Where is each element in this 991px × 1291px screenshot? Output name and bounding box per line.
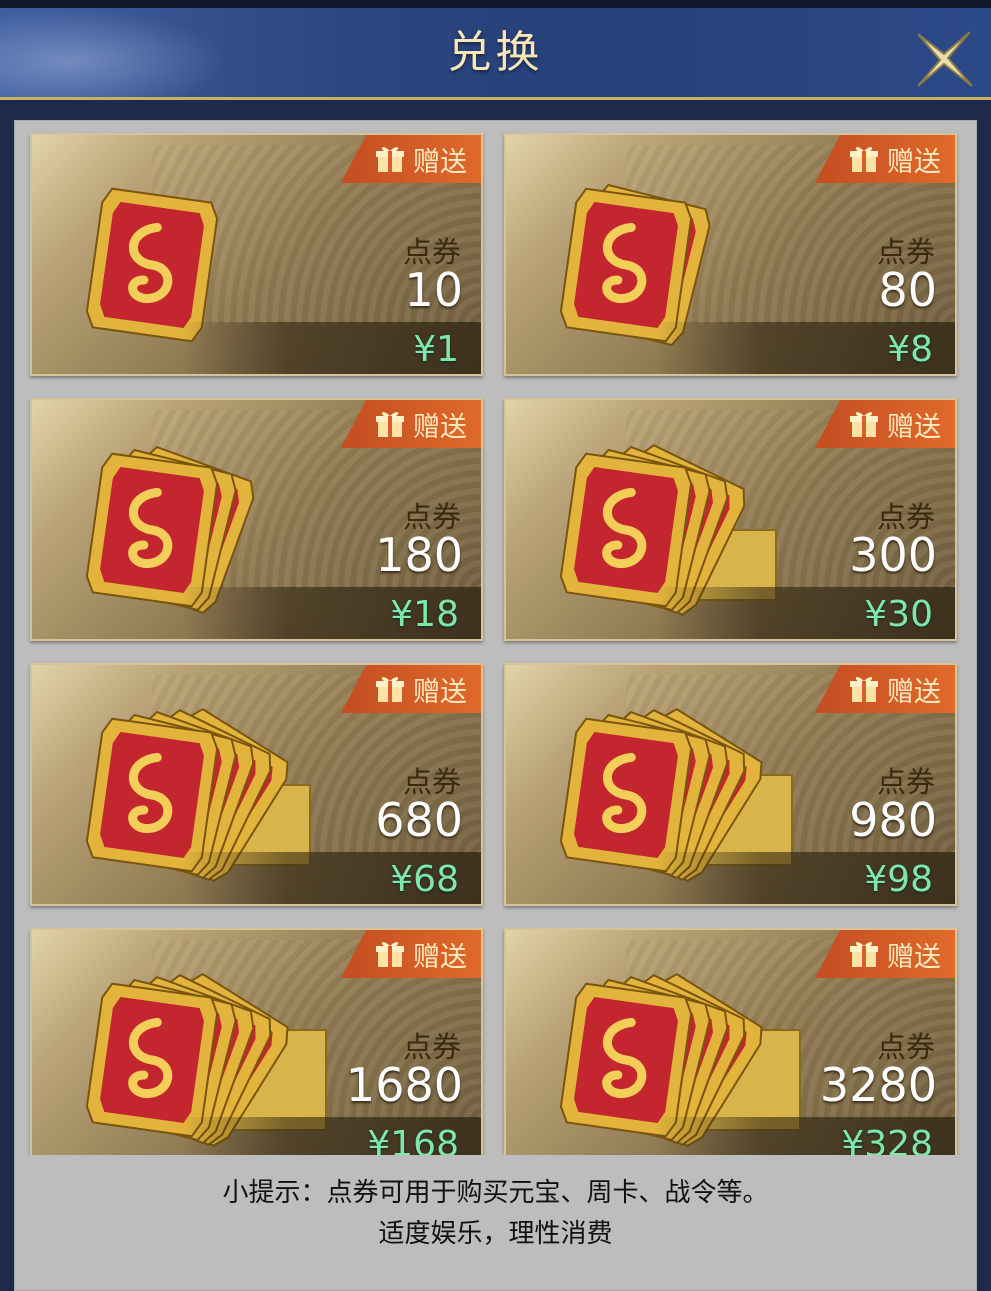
gift-box-icon — [376, 412, 404, 437]
gift-badge: 赠送 — [815, 135, 955, 183]
gift-badge-label: 赠送 — [413, 146, 467, 178]
gift-box-icon — [850, 942, 878, 967]
gift-box-icon — [850, 147, 878, 172]
gift-badge-label: 赠送 — [413, 676, 467, 708]
gift-badge-label: 赠送 — [887, 676, 941, 708]
tip-line-2: 适度娱乐，理性消费 — [378, 1219, 613, 1249]
gift-badge: 赠送 — [815, 930, 955, 978]
gift-badge-label: 赠送 — [413, 941, 467, 973]
gift-box-icon — [376, 942, 404, 967]
coupon-card-180[interactable]: 赠送 点券 180 ¥18 — [30, 398, 483, 641]
tip-line-1: 小提示：点券可用于购买元宝、周卡、战令等。 — [222, 1178, 769, 1208]
coupon-card-300[interactable]: 赠送 点券 300 ¥30 — [504, 398, 957, 641]
page-title: 兑换 — [447, 27, 544, 78]
price-label: ¥30 — [864, 594, 933, 635]
coupon-amount: 980 — [849, 793, 937, 847]
coupon-card-80[interactable]: 赠送 点券 80 ¥8 — [504, 133, 957, 376]
gift-box-icon — [850, 677, 878, 702]
coupon-amount: 300 — [849, 528, 937, 582]
price-label: ¥168 — [367, 1124, 459, 1155]
gift-box-icon — [376, 147, 404, 172]
gift-box-icon — [376, 677, 404, 702]
gift-badge: 赠送 — [815, 400, 955, 448]
gift-badge-label: 赠送 — [887, 146, 941, 178]
coupon-card-980[interactable]: 赠送 点券 980 ¥98 — [504, 663, 957, 906]
coupon-amount: 180 — [375, 528, 463, 582]
gift-badge: 赠送 — [341, 930, 481, 978]
gift-badge-label: 赠送 — [413, 411, 467, 443]
coupon-card-680[interactable]: 赠送 点券 680 ¥68 — [30, 663, 483, 906]
gift-badge: 赠送 — [341, 665, 481, 713]
coupon-amount: 680 — [375, 793, 463, 847]
price-label: ¥18 — [390, 594, 459, 635]
close-x-icon — [917, 31, 973, 87]
coupon-amount: 3280 — [819, 1058, 937, 1112]
price-label: ¥328 — [841, 1124, 933, 1155]
header-bar: 兑换 — [0, 8, 991, 100]
gift-badge-label: 赠送 — [887, 941, 941, 973]
coupon-amount: 80 — [878, 263, 937, 317]
price-label: ¥68 — [390, 859, 459, 900]
coupon-amount: 1680 — [345, 1058, 463, 1112]
gift-badge: 赠送 — [815, 665, 955, 713]
top-strip — [0, 0, 991, 8]
close-button[interactable] — [912, 28, 976, 92]
gift-box-icon — [850, 412, 878, 437]
gift-badge-label: 赠送 — [887, 411, 941, 443]
price-label: ¥8 — [887, 329, 933, 370]
gift-badge: 赠送 — [341, 400, 481, 448]
price-label: ¥1 — [413, 329, 459, 370]
coupon-grid: 赠送 点券 10 ¥1 赠送 点券 80 ¥8 赠送 点券 180 ¥18 赠送 点券 300 ¥30 赠送 点券… — [14, 120, 977, 1155]
gift-badge: 赠送 — [341, 135, 481, 183]
coupon-card-1680[interactable]: 赠送 点券 1680 ¥168 — [30, 928, 483, 1155]
price-label: ¥98 — [864, 859, 933, 900]
coupon-amount: 10 — [404, 263, 463, 317]
coupon-card-10[interactable]: 赠送 点券 10 ¥1 — [30, 133, 483, 376]
coupon-card-3280[interactable]: 赠送 点券 3280 ¥328 — [504, 928, 957, 1155]
